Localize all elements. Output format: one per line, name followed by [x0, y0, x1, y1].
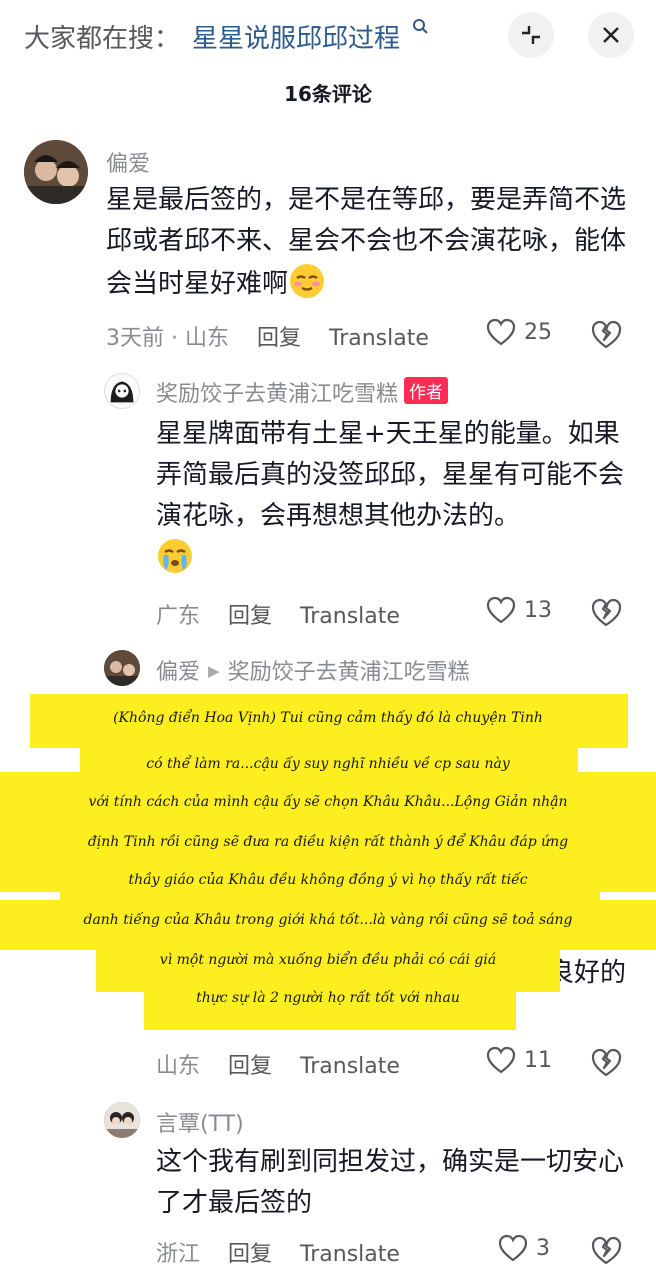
author-badge: 作者 [404, 377, 449, 404]
reply-button[interactable]: 回复 [228, 1236, 272, 1268]
like-button[interactable]: 11 [486, 1044, 566, 1080]
avatar[interactable] [104, 1102, 140, 1138]
overlay-line: thực sự là 2 người họ rất tốt với nhau [196, 990, 460, 1006]
broken-heart-icon[interactable] [590, 318, 622, 350]
overlay-line: vì một người mà xuống biển đều phải có c… [159, 952, 497, 968]
reply-button[interactable]: 回复 [228, 1048, 272, 1080]
comment-time-location: 广东 [156, 604, 201, 629]
avatar[interactable] [104, 373, 140, 409]
comment-time-location: 山东 [156, 1054, 201, 1079]
overlay-line: thầy giáo của Khâu đều không đồng ý vì h… [128, 872, 528, 888]
heart-icon [486, 1046, 516, 1074]
comment-meta: 浙江 回复 Translate [156, 1236, 428, 1268]
crying-face-emoji [158, 539, 192, 573]
collapse-button[interactable] [508, 12, 554, 58]
comment-username: 偏爱 ▶ 奖励饺子去黄浦江吃雪糕 [156, 660, 470, 685]
heart-icon [486, 596, 516, 624]
overlay-line: với tính cách của mình cậu ấy sẽ chọn Kh… [88, 794, 568, 810]
reply-button[interactable]: 回复 [228, 598, 272, 630]
broken-heart-icon[interactable] [590, 1046, 622, 1078]
avatar[interactable] [24, 140, 88, 204]
relieved-face-emoji [290, 264, 325, 298]
like-button[interactable]: 3 [498, 1232, 566, 1268]
like-count: 25 [524, 320, 552, 345]
reply-button[interactable]: 回复 [257, 320, 301, 352]
overlay-line: định Tinh rồi cũng sẽ đưa ra điều kiện r… [87, 834, 569, 850]
heart-icon [486, 318, 516, 346]
comment-count: 16条评论 [284, 82, 372, 106]
like-button[interactable]: 25 [486, 316, 566, 352]
search-prefix: 大家都在搜： [24, 24, 181, 54]
comment-text: 这个我有刷到同担发过，确实是一切安心了才最后签的 [156, 1147, 625, 1218]
comment-time-location: 浙江 [156, 1242, 201, 1267]
suggested-search-link[interactable]: 星星说服邱邱过程 [192, 18, 400, 55]
translate-button[interactable]: Translate [300, 1242, 400, 1267]
comment-text: 星是最后签的，是不是在等邱，要是弄简不选邱或者邱不来、星会不会也不会演花咏，能体… [106, 185, 627, 299]
overlay-line: danh tiếng của Khâu trong giới khá tốt..… [83, 912, 573, 928]
like-count: 11 [524, 1048, 552, 1073]
broken-heart-icon[interactable] [590, 1234, 622, 1266]
comment-username: 奖励饺子去黄浦江吃雪糕 作者 [156, 376, 449, 408]
collapse-icon [522, 26, 540, 44]
reply-arrow-icon: ▶ [208, 662, 220, 680]
overlay-line: (Không điển Hoa Vịnh) Tui cũng cảm thấy … [113, 710, 543, 726]
comment-username[interactable]: 言覃(TT) [156, 1106, 244, 1138]
like-count: 3 [536, 1236, 550, 1261]
comment-meta: 3天前 · 山东 回复 Translate [106, 320, 457, 352]
avatar[interactable] [104, 650, 140, 686]
top-bar: 大家都在搜： 星星说服邱邱过程 [0, 0, 656, 72]
close-button[interactable] [588, 12, 634, 58]
overlay-line: có thể làm ra...cậu ấy suy nghĩ nhiều về… [146, 756, 510, 772]
comment-time-location: 3天前 · 山东 [106, 326, 229, 351]
heart-icon [498, 1234, 528, 1262]
close-icon [603, 27, 619, 43]
comment-meta: 山东 回复 Translate [156, 1048, 428, 1080]
search-icon[interactable] [412, 18, 430, 36]
like-count: 13 [524, 598, 552, 623]
translate-button[interactable]: Translate [300, 1054, 400, 1079]
comment-username[interactable]: 偏爱 [106, 146, 150, 178]
broken-heart-icon[interactable] [590, 596, 622, 628]
comment-meta: 广东 回复 Translate [156, 598, 428, 630]
translate-button[interactable]: Translate [300, 604, 400, 629]
like-button[interactable]: 13 [486, 594, 566, 630]
comment-text: 星星牌面带有土星+天王星的能量。如果弄简最后真的没签邱邱，星星有可能不会演花咏，… [156, 414, 632, 580]
translate-button[interactable]: Translate [329, 326, 429, 351]
